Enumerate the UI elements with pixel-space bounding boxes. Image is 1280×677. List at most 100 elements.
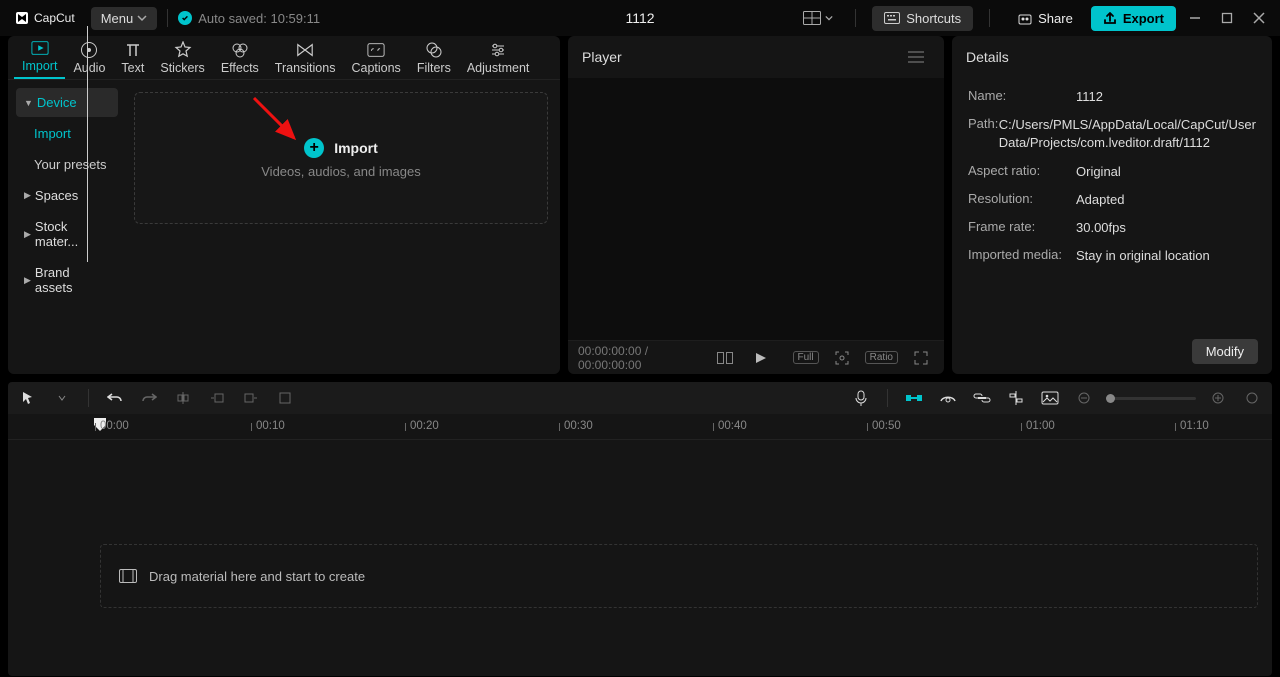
ruler-tick: 00:40 [718, 420, 747, 432]
menu-button[interactable]: Menu [91, 7, 158, 30]
import-dropzone[interactable]: + Import Videos, audios, and images [134, 92, 548, 224]
redo-icon [141, 391, 157, 405]
details-path-value: C:/Users/PMLS/AppData/Local/CapCut/User … [999, 116, 1256, 152]
compare-button[interactable] [711, 348, 739, 368]
close-button[interactable] [1246, 5, 1272, 31]
plus-circle-icon [1212, 392, 1224, 404]
triangle-right-icon: ▶ [24, 229, 31, 240]
tree-device[interactable]: ▼Device [16, 88, 118, 117]
minus-circle-icon [1078, 392, 1090, 404]
details-fps-key: Frame rate: [968, 219, 1076, 237]
shortcuts-button[interactable]: Shortcuts [872, 6, 973, 31]
tab-label: Transitions [275, 61, 336, 75]
tree-spaces[interactable]: ▶Spaces [16, 181, 118, 210]
ratio-button[interactable]: Ratio [865, 351, 898, 364]
time-sep: / [641, 344, 648, 358]
tree-your-presets[interactable]: Your presets [16, 150, 118, 179]
selection-tool[interactable] [16, 386, 40, 410]
timeline-ruler[interactable]: 00:00 00:10 00:20 00:30 00:40 00:50 01:0… [8, 414, 1272, 440]
tree-stock[interactable]: ▶Stock mater... [16, 212, 118, 256]
minimize-button[interactable] [1182, 5, 1208, 31]
tab-captions[interactable]: Captions [343, 41, 408, 79]
zoom-fit-button[interactable] [1240, 386, 1264, 410]
align-button[interactable] [1004, 386, 1028, 410]
tab-effects[interactable]: Effects [213, 41, 267, 79]
tab-transitions[interactable]: Transitions [267, 41, 344, 79]
details-path-key: Path: [968, 116, 999, 152]
layout-button[interactable] [797, 7, 839, 29]
player-title: Player [582, 49, 622, 65]
zoom-slider[interactable] [1106, 397, 1196, 400]
tab-label: Filters [417, 61, 451, 75]
cover-button[interactable] [1038, 386, 1062, 410]
zoom-in-button[interactable] [1206, 386, 1230, 410]
details-aspect-value: Original [1076, 163, 1256, 181]
linkage-button[interactable] [970, 386, 994, 410]
tree-label: Your presets [34, 157, 107, 172]
triangle-down-icon: ▼ [24, 98, 33, 108]
playhead-line [87, 26, 88, 262]
details-panel: Details Name:1112 Path:C:/Users/PMLS/App… [952, 36, 1272, 374]
undo-icon [107, 391, 123, 405]
tab-label: Stickers [160, 61, 204, 75]
redo-button[interactable] [137, 386, 161, 410]
timeline-drop-hint[interactable]: Drag material here and start to create [100, 544, 1258, 608]
cover-icon [1041, 391, 1059, 405]
player-menu-button[interactable] [902, 47, 930, 67]
undo-button[interactable] [103, 386, 127, 410]
tree-import[interactable]: Import [16, 119, 118, 148]
tree-brand[interactable]: ▶Brand assets [16, 258, 118, 302]
close-icon [1253, 12, 1265, 24]
compare-icon [717, 352, 733, 364]
mic-button[interactable] [849, 386, 873, 410]
maximize-button[interactable] [1214, 5, 1240, 31]
chevron-down-icon [58, 394, 66, 402]
player-viewport[interactable] [568, 78, 944, 340]
details-aspect-key: Aspect ratio: [968, 163, 1076, 181]
tab-label: Text [121, 61, 144, 75]
menu-lines-icon [908, 51, 924, 63]
tab-label: Audio [73, 61, 105, 75]
magnet-button[interactable] [902, 386, 926, 410]
app-logo: CapCut [8, 10, 81, 26]
tab-adjustment[interactable]: Adjustment [459, 41, 538, 79]
full-button[interactable]: Full [793, 351, 819, 364]
tab-filters[interactable]: Filters [409, 41, 459, 79]
delete-right-button[interactable] [239, 386, 263, 410]
share-button[interactable]: Share [1006, 6, 1085, 31]
cursor-icon [21, 391, 35, 405]
project-name: 1112 [625, 10, 654, 26]
crop-button[interactable] [273, 386, 297, 410]
split-button[interactable] [171, 386, 195, 410]
delete-left-button[interactable] [205, 386, 229, 410]
export-button[interactable]: Export [1091, 6, 1176, 31]
tab-text[interactable]: Text [113, 41, 152, 79]
divider [887, 389, 888, 407]
divider [167, 9, 168, 27]
zoom-out-button[interactable] [1072, 386, 1096, 410]
adjustment-icon [489, 41, 507, 59]
tab-import[interactable]: Import [14, 39, 65, 79]
stickers-icon [174, 41, 192, 59]
timeline[interactable]: 00:00 00:10 00:20 00:30 00:40 00:50 01:0… [8, 414, 1272, 676]
scan-button[interactable] [829, 347, 855, 369]
details-res-key: Resolution: [968, 191, 1076, 209]
link-icon [973, 393, 991, 403]
capcut-logo-icon [14, 10, 30, 26]
fullscreen-button[interactable] [908, 347, 934, 369]
ruler-tick: 01:10 [1180, 420, 1209, 432]
modify-button[interactable]: Modify [1192, 339, 1258, 364]
export-icon [1103, 11, 1117, 25]
check-icon [178, 11, 192, 25]
magnet-icon [905, 392, 923, 404]
ruler-tick: 00:30 [564, 420, 593, 432]
tab-audio[interactable]: Audio [65, 41, 113, 79]
ruler-tick: 01:00 [1026, 420, 1055, 432]
link-preview-button[interactable] [936, 386, 960, 410]
divider [855, 9, 856, 27]
filters-icon [425, 41, 443, 59]
play-button[interactable] [749, 348, 773, 368]
layout-icon [803, 11, 821, 25]
selection-dropdown[interactable] [50, 386, 74, 410]
tab-stickers[interactable]: Stickers [152, 41, 212, 79]
